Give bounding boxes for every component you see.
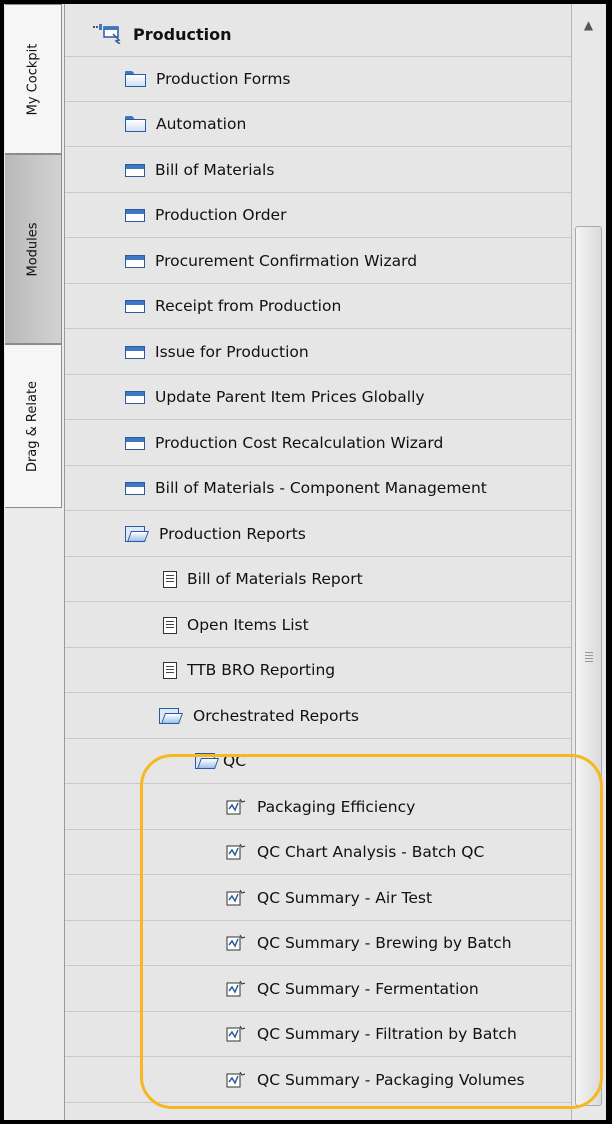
tree-item-label: QC Summary - Brewing by Batch: [257, 934, 512, 952]
modules-panel: My Cockpit Modules Drag & Relate Product…: [4, 4, 606, 1120]
tree-item-qc-summary-air-test[interactable]: QC Summary - Air Test: [65, 876, 571, 921]
tree-item-label: QC Summary - Air Test: [257, 889, 433, 907]
tree-item-receipt-from-production[interactable]: Receipt from Production: [65, 284, 571, 329]
tree-item-label: Receipt from Production: [155, 297, 342, 315]
tree-item-packaging-efficiency[interactable]: Packaging Efficiency: [65, 785, 571, 830]
tree-item-qc[interactable]: QC: [65, 739, 571, 784]
scroll-thumb[interactable]: [575, 226, 602, 1106]
tree-item-qc-summary-packaging-volumes[interactable]: QC Summary - Packaging Volumes: [65, 1058, 571, 1103]
tree-item-production-forms[interactable]: Production Forms: [65, 57, 571, 102]
orchestrated-report-icon: [225, 889, 247, 907]
report-icon: [163, 661, 177, 679]
tree-item-label: Procurement Confirmation Wizard: [155, 252, 418, 270]
window-icon: [125, 208, 145, 222]
tree-item-label: QC Chart Analysis - Batch QC: [257, 843, 485, 861]
window-icon: [125, 163, 145, 177]
tree-item-qc-summary-fermentation[interactable]: QC Summary - Fermentation: [65, 967, 571, 1012]
tree-item-label: Production: [133, 24, 232, 44]
window-icon: [125, 390, 145, 404]
tree-item-label: Bill of Materials: [155, 161, 275, 179]
folder-open-icon: [125, 526, 149, 542]
window-icon: [125, 254, 145, 268]
tree-item-label: Production Forms: [156, 70, 291, 88]
window-icon: [125, 436, 145, 450]
tree-item-update-parent-item-prices[interactable]: Update Parent Item Prices Globally: [65, 375, 571, 420]
tab-label: Modules: [25, 221, 41, 277]
tree-item-bill-of-materials[interactable]: Bill of Materials: [65, 148, 571, 193]
vertical-scrollbar[interactable]: ▲: [571, 4, 606, 1120]
tab-label: Drag & Relate: [25, 380, 41, 472]
tree-item-label: QC Summary - Filtration by Batch: [257, 1025, 517, 1043]
tree-item-label: Update Parent Item Prices Globally: [155, 388, 425, 406]
scroll-up-button[interactable]: ▲: [574, 8, 603, 42]
tree-item-bom-component-management[interactable]: Bill of Materials - Component Management: [65, 466, 571, 511]
tree-item-label: Issue for Production: [155, 343, 309, 361]
tree-item-label: Bill of Materials - Component Management: [155, 479, 487, 497]
folder-icon: [125, 71, 146, 87]
tree-item-issue-for-production[interactable]: Issue for Production: [65, 330, 571, 375]
vertical-tab-bar: My Cockpit Modules Drag & Relate: [4, 4, 65, 1120]
tree-item-label: TTB BRO Reporting: [187, 661, 336, 679]
production-module-icon: [93, 24, 123, 44]
tree-item-label: QC Summary - Packaging Volumes: [257, 1071, 525, 1089]
orchestrated-report-icon: [225, 980, 247, 998]
caret-up-icon: ▲: [583, 18, 594, 32]
folder-open-icon: [195, 753, 219, 769]
tree-item-label: Open Items List: [187, 616, 309, 634]
window-icon: [125, 481, 145, 495]
window-icon: [125, 299, 145, 313]
orchestrated-report-icon: [225, 1071, 247, 1089]
tree-item-label: Packaging Efficiency: [257, 798, 416, 816]
tree-item-label: QC: [223, 752, 247, 770]
tree-item-production-order[interactable]: Production Order: [65, 193, 571, 238]
report-icon: [163, 570, 177, 588]
report-icon: [163, 616, 177, 634]
tree-item-label: Production Cost Recalculation Wizard: [155, 434, 444, 452]
window-icon: [125, 345, 145, 359]
tree-item-label: Automation: [156, 115, 247, 133]
tree-item-qc-summary-filtration[interactable]: QC Summary - Filtration by Batch: [65, 1012, 571, 1057]
tree-item-orchestrated-reports[interactable]: Orchestrated Reports: [65, 694, 571, 739]
tree-item-label: Production Order: [155, 206, 287, 224]
tab-drag-relate[interactable]: Drag & Relate: [5, 344, 62, 508]
tree-item-production-cost-recalculation-wizard[interactable]: Production Cost Recalculation Wizard: [65, 421, 571, 466]
tree-item-open-items-list[interactable]: Open Items List: [65, 603, 571, 648]
orchestrated-report-icon: [225, 843, 247, 861]
orchestrated-report-icon: [225, 1025, 247, 1043]
tree-item-label: Bill of Materials Report: [187, 570, 363, 588]
tree-item-procurement-confirmation-wizard[interactable]: Procurement Confirmation Wizard: [65, 239, 571, 284]
tree-root-production[interactable]: Production: [65, 12, 571, 57]
tree-item-automation[interactable]: Automation: [65, 102, 571, 147]
tree-item-label: Orchestrated Reports: [193, 707, 359, 725]
orchestrated-report-icon: [225, 934, 247, 952]
tab-modules[interactable]: Modules: [5, 154, 62, 344]
tree-item-ttb-bro-reporting[interactable]: TTB BRO Reporting: [65, 648, 571, 693]
folder-open-icon: [159, 708, 183, 724]
tree-item-qc-summary-brewing[interactable]: QC Summary - Brewing by Batch: [65, 921, 571, 966]
tree-item-label: Production Reports: [159, 525, 306, 543]
module-tree: Production Production Forms Automation B…: [65, 4, 571, 1120]
grip-icon: [585, 652, 593, 664]
tree-item-label: QC Summary - Fermentation: [257, 980, 479, 998]
tab-my-cockpit[interactable]: My Cockpit: [5, 4, 62, 154]
tree-item-bom-report[interactable]: Bill of Materials Report: [65, 557, 571, 602]
tree-item-qc-chart-analysis[interactable]: QC Chart Analysis - Batch QC: [65, 830, 571, 875]
tab-label: My Cockpit: [25, 43, 41, 115]
orchestrated-report-icon: [225, 798, 247, 816]
tree-item-production-reports[interactable]: Production Reports: [65, 512, 571, 557]
folder-icon: [125, 116, 146, 132]
